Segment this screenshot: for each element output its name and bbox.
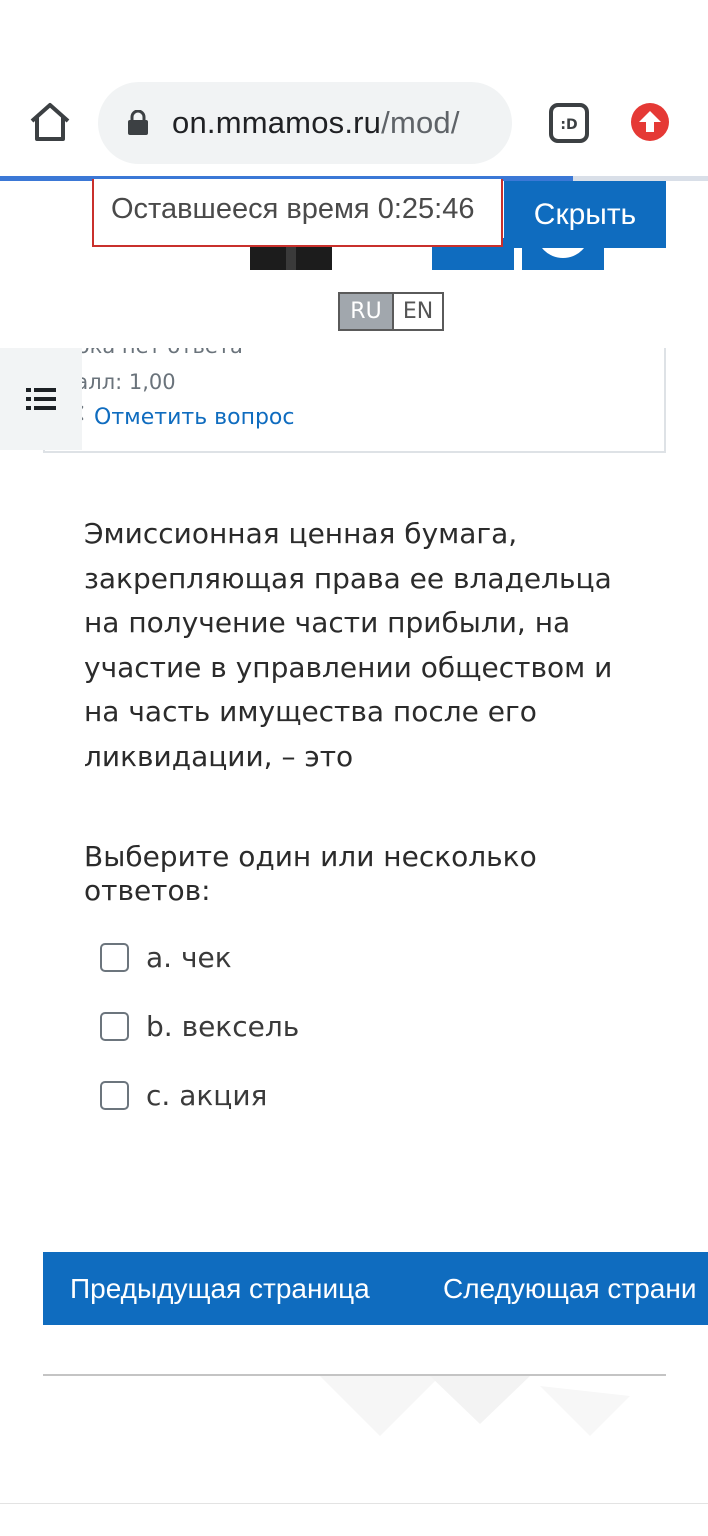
next-page-button[interactable]: Следующая страни xyxy=(443,1252,696,1325)
svg-text::D: :D xyxy=(560,117,577,133)
url-host: on.mmamos.ru xyxy=(172,105,382,140)
previous-page-button[interactable]: Предыдущая страница xyxy=(70,1252,370,1325)
lang-en-button[interactable]: EN xyxy=(392,294,442,329)
url-path: /mod/ xyxy=(381,105,460,140)
answer-checkbox-a[interactable] xyxy=(100,942,129,972)
lang-ru-button[interactable]: RU xyxy=(340,294,392,329)
page: on.mmamos.ru/mod/ :D Оставшееся время 0:… xyxy=(0,0,708,1536)
language-switcher: RU EN xyxy=(338,292,444,331)
answer-label-b[interactable]: b. вексель xyxy=(146,1010,299,1043)
home-icon[interactable] xyxy=(28,100,72,144)
address-bar[interactable]: on.mmamos.ru/mod/ xyxy=(98,82,512,164)
question-text: Эмиссионная ценная бумага, закрепляющая … xyxy=(84,517,613,773)
timer-text: Оставшееся время 0:25:46 xyxy=(111,193,475,225)
list-icon xyxy=(26,388,56,410)
hide-timer-button[interactable]: Скрыть xyxy=(504,181,666,248)
page-navigation: Предыдущая страница Следующая страни xyxy=(43,1252,708,1325)
answer-label-c[interactable]: c. акция xyxy=(146,1079,267,1112)
answer-option-a[interactable]: a. чек xyxy=(100,937,232,977)
bottom-divider xyxy=(0,1503,708,1504)
answer-checkbox-b[interactable] xyxy=(100,1011,129,1041)
answer-prompt: Выберите один или несколько ответов: xyxy=(84,840,537,907)
flag-question-link[interactable]: Отметить вопрос xyxy=(94,405,294,430)
quiz-timer: Оставшееся время 0:25:46 xyxy=(92,179,503,247)
answer-option-b[interactable]: b. вексель xyxy=(100,1006,299,1046)
answer-option-c[interactable]: c. акция xyxy=(100,1075,267,1115)
answer-label-a[interactable]: a. чек xyxy=(146,941,232,974)
extension-icon[interactable]: :D xyxy=(548,102,590,144)
answer-checkbox-c[interactable] xyxy=(100,1080,129,1110)
question-state: Пока нет ответа xyxy=(61,348,243,358)
upload-icon[interactable] xyxy=(630,102,670,142)
question-info: Пока нет ответа Балл: 1,00 Отметить вопр… xyxy=(43,348,666,453)
lock-icon xyxy=(128,110,148,135)
footer-decoration xyxy=(320,1376,630,1436)
url-text: on.mmamos.ru/mod/ xyxy=(172,102,460,144)
quiz-navigation-toggle[interactable] xyxy=(0,348,82,450)
